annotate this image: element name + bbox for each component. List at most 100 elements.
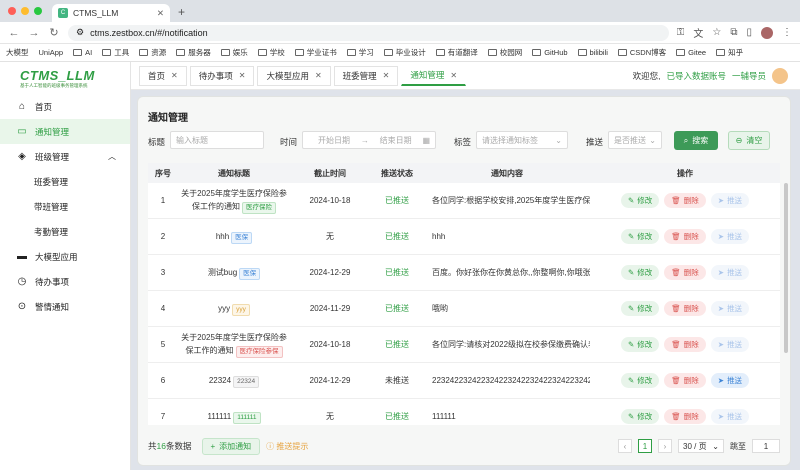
plus-icon: + <box>210 441 216 451</box>
extensions-icon[interactable]: ⧉ <box>730 27 737 38</box>
bookmark-label: 知乎 <box>728 48 744 57</box>
close-icon[interactable]: ✕ <box>383 71 390 80</box>
tab-home[interactable]: 首页 ✕ <box>139 65 187 86</box>
tab-todo[interactable]: 待办事项 ✕ <box>189 65 255 86</box>
delete-button[interactable]: 🗑 删除 <box>664 229 706 244</box>
push-button[interactable]: ➤ 推送 <box>710 229 750 244</box>
bookmark-item[interactable]: 服务器 <box>176 47 211 58</box>
tag-badge: 医保 <box>239 267 261 280</box>
edit-button[interactable]: ✎ 修改 <box>620 265 660 280</box>
bookmark-item[interactable]: 学习 <box>346 47 374 58</box>
bookmark-item[interactable]: 工具 <box>102 47 129 58</box>
profile-avatar[interactable] <box>761 26 773 39</box>
sidebar-item-label: 待办事项 <box>35 276 70 287</box>
sidebar-subitem-committee[interactable]: 班委管理 <box>0 169 130 194</box>
delete-button[interactable]: 🗑 删除 <box>664 265 706 280</box>
trash-icon: 🗑 <box>671 340 681 349</box>
close-icon[interactable]: ✕ <box>315 71 322 80</box>
close-tab-icon[interactable]: ✕ <box>157 8 164 19</box>
edit-label: 修改 <box>637 196 653 205</box>
delete-button[interactable]: 🗑 删除 <box>664 193 706 208</box>
push-button[interactable]: ➤ 推送 <box>710 409 750 424</box>
translate-icon[interactable]: 文 <box>693 25 703 40</box>
url-field[interactable]: ⚙ ctms.zestbox.cn/#/notification <box>68 24 669 41</box>
date-range-picker[interactable]: 开始日期 → 结束日期 ▦ <box>302 131 436 149</box>
tab-llm[interactable]: 大模型应用 ✕ <box>257 65 331 86</box>
bookmark-item[interactable]: 资源 <box>139 47 166 58</box>
close-window-icon[interactable] <box>8 7 16 15</box>
delete-button[interactable]: 🗑 删除 <box>664 409 706 424</box>
bookmark-item[interactable]: 学校 <box>257 47 285 58</box>
bookmark-item[interactable]: 娱乐 <box>220 47 248 58</box>
push-button[interactable]: ➤ 推送 <box>710 301 750 316</box>
bookmark-item[interactable]: 校园网 <box>487 47 522 58</box>
tab-committee[interactable]: 班委管理 ✕ <box>333 65 399 86</box>
page-number[interactable]: 1 <box>638 439 652 453</box>
edit-button[interactable]: ✎ 修改 <box>620 373 660 388</box>
sidebar-item-llm[interactable]: ▬ 大模型应用 <box>0 244 130 269</box>
goto-page-input[interactable]: 1 <box>752 439 780 453</box>
menu-icon[interactable]: ⋮ <box>782 27 792 38</box>
bookmark-item[interactable]: bilibili <box>577 48 608 57</box>
star-icon[interactable]: ☆ <box>712 27 721 38</box>
close-icon[interactable]: ✕ <box>450 71 457 80</box>
close-icon[interactable]: ✕ <box>171 71 178 80</box>
edit-button[interactable]: ✎ 修改 <box>620 193 660 208</box>
user-avatar[interactable] <box>772 67 788 84</box>
title-search-input[interactable]: 输入标题 <box>170 131 264 149</box>
delete-button[interactable]: 🗑 删除 <box>664 373 706 388</box>
sidepanel-icon[interactable]: ▯ <box>746 27 752 38</box>
bookmark-label: GitHub <box>544 48 568 57</box>
minimize-window-icon[interactable] <box>21 7 29 15</box>
bookmark-item[interactable]: GitHub <box>532 48 568 57</box>
push-select[interactable]: 是否推送 ⌄ <box>608 131 662 149</box>
clear-button-label: 清空 <box>746 136 763 145</box>
edit-button[interactable]: ✎ 修改 <box>620 337 660 352</box>
forward-icon[interactable]: → <box>28 27 40 39</box>
edit-button[interactable]: ✎ 修改 <box>620 229 660 244</box>
push-button[interactable]: ➤ 推送 <box>710 337 750 352</box>
clear-button[interactable]: ⊖ 清空 <box>728 131 770 150</box>
sidebar-subitem-attendance[interactable]: 考勤管理 <box>0 219 130 244</box>
sidebar-item-home[interactable]: ⌂ 首页 <box>0 94 130 119</box>
bookmark-item[interactable]: 学业证书 <box>294 47 337 58</box>
push-button[interactable]: ➤ 推送 <box>710 193 750 208</box>
bookmark-item[interactable]: AI <box>73 48 92 57</box>
new-tab-icon[interactable]: + <box>178 5 185 19</box>
push-tip[interactable]: ⓘ 推送提示 <box>266 441 308 452</box>
maximize-window-icon[interactable] <box>34 7 42 15</box>
tag-select[interactable]: 请选择通知标签 ⌄ <box>476 131 568 149</box>
bookmark-item[interactable]: 知乎 <box>716 47 743 58</box>
push-button[interactable]: ➤ 推送 <box>710 265 750 280</box>
tab-notification[interactable]: 通知管理 ✕ <box>401 65 467 86</box>
table-row: 2 hhh 医保无已推送 hhh ✎ 修改 🗑 删除 ➤ 推送 <box>148 219 780 255</box>
push-button[interactable]: ➤ 推送 <box>710 373 750 388</box>
add-notification-button[interactable]: + 添加通知 <box>201 437 261 455</box>
browser-tab[interactable]: C CTMS_LLM ✕ <box>52 4 170 22</box>
sidebar-item-class[interactable]: ◈ 班级管理 ︿ <box>0 144 130 169</box>
sidebar-item-alert[interactable]: ⊙ 警情通知 <box>0 294 130 319</box>
delete-button[interactable]: 🗑 删除 <box>664 301 706 316</box>
prev-page-icon[interactable]: ‹ <box>618 439 632 453</box>
bookmark-item[interactable]: 有道翻译 <box>435 47 478 58</box>
sidebar-item-notification[interactable]: ▭ 通知管理 <box>0 119 130 144</box>
table-scrollbar[interactable] <box>784 183 788 353</box>
site-info-icon[interactable]: ⚙ <box>76 27 84 38</box>
search-button[interactable]: ⌕ 搜索 <box>674 131 718 150</box>
edit-button[interactable]: ✎ 修改 <box>620 409 660 424</box>
bookmark-item[interactable]: CSDN博客 <box>617 47 666 58</box>
back-icon[interactable]: ← <box>8 27 20 39</box>
delete-button[interactable]: 🗑 删除 <box>664 337 706 352</box>
bookmark-item[interactable]: 大模型 <box>6 47 29 58</box>
sidebar-subitem-leading[interactable]: 带班管理 <box>0 194 130 219</box>
bookmark-item[interactable]: Gitee <box>676 48 706 57</box>
edit-button[interactable]: ✎ 修改 <box>620 301 660 316</box>
next-page-icon[interactable]: › <box>658 439 672 453</box>
bookmark-item[interactable]: 毕业设计 <box>383 47 426 58</box>
bookmark-item[interactable]: UniApp <box>39 48 64 57</box>
close-icon[interactable]: ✕ <box>239 71 246 80</box>
reload-icon[interactable]: ↻ <box>48 26 60 39</box>
key-icon[interactable]: ⚿ <box>677 27 685 38</box>
page-size-select[interactable]: 30 / 页 ⌄ <box>678 439 724 453</box>
sidebar-item-todo[interactable]: ◷ 待办事项 <box>0 269 130 294</box>
